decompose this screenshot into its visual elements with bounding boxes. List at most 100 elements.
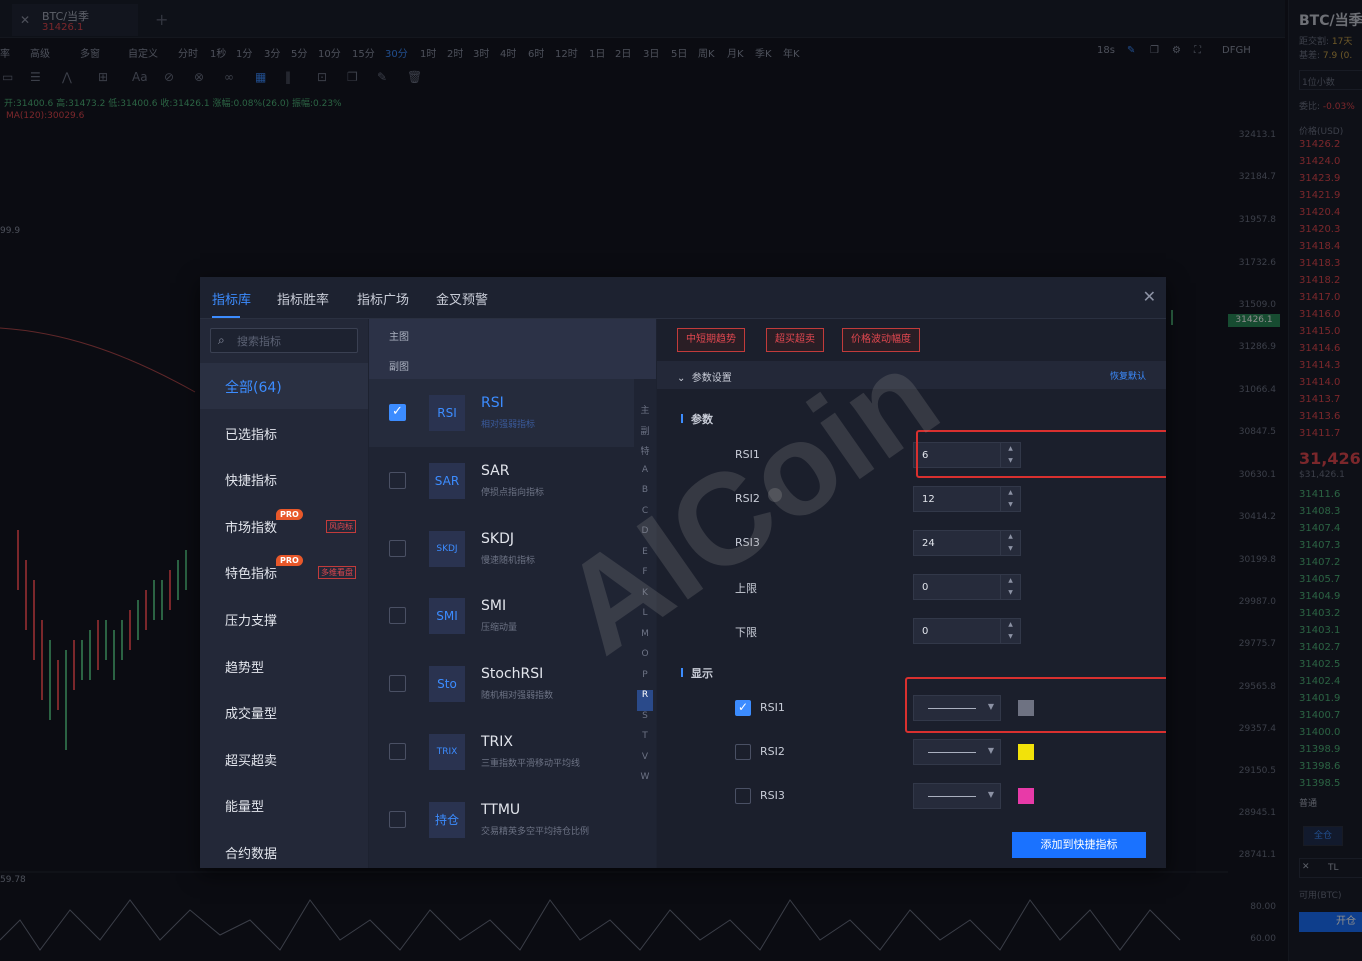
indicator-checkbox[interactable] bbox=[389, 675, 406, 693]
tab-indicator-library[interactable]: 指标库 bbox=[212, 289, 251, 308]
alphabet-letter[interactable]: A bbox=[637, 465, 653, 486]
param-input[interactable] bbox=[922, 491, 992, 507]
alphabet-letter[interactable]: P bbox=[637, 670, 653, 691]
category-item[interactable]: 成交量型 bbox=[200, 689, 368, 735]
category-item[interactable]: 市场指数 PRO 风向标 bbox=[200, 503, 368, 549]
indicator-row[interactable]: TRIX TRIX 三重指数平滑移动平均线 bbox=[369, 718, 634, 786]
tag-pill[interactable]: 超买超卖 bbox=[766, 328, 824, 352]
alphabet-letter[interactable]: S bbox=[637, 711, 653, 732]
tag-pill[interactable]: 价格波动幅度 bbox=[842, 328, 920, 352]
alphabet-letter[interactable]: F bbox=[637, 567, 653, 588]
indicator-checkbox[interactable] bbox=[389, 607, 406, 625]
param-stepper[interactable]: ▲▼ bbox=[913, 530, 1021, 556]
param-input[interactable] bbox=[922, 535, 992, 551]
add-to-quick-button[interactable]: 添加到快捷指标 bbox=[1012, 832, 1146, 858]
indicator-checkbox[interactable] bbox=[389, 471, 406, 489]
alphabet-letter[interactable]: 副 bbox=[637, 424, 653, 445]
params-section-title: 参数 bbox=[681, 413, 713, 426]
category-label: 快捷指标 bbox=[225, 474, 278, 490]
alphabet-letter[interactable]: O bbox=[637, 649, 653, 670]
search-input[interactable] bbox=[237, 332, 355, 350]
param-stepper[interactable]: ▲▼ bbox=[913, 618, 1021, 644]
stepper-buttons: ▲ ▼ bbox=[1000, 531, 1020, 555]
param-input[interactable] bbox=[922, 579, 992, 595]
category-item[interactable]: 快捷指标 bbox=[200, 456, 368, 502]
indicator-desc: 三重指数平滑移动平均线 bbox=[481, 759, 581, 769]
highlight-box bbox=[905, 677, 1166, 733]
chevron-down-icon[interactable]: ▼ bbox=[1001, 631, 1020, 643]
indicator-badge: Sto bbox=[429, 666, 465, 703]
chevron-down-icon[interactable]: ▼ bbox=[1001, 499, 1020, 511]
chevron-down-icon: ⌄ bbox=[677, 373, 686, 384]
indicator-checkbox[interactable] bbox=[389, 743, 406, 760]
reset-default-link[interactable]: 恢复默认 bbox=[1110, 369, 1146, 382]
category-item[interactable]: 能量型 bbox=[200, 782, 368, 828]
indicator-row[interactable]: SAR SAR 停损点指向指标 bbox=[369, 447, 634, 515]
chevron-up-icon[interactable]: ▲ bbox=[1001, 487, 1020, 499]
chevron-up-icon[interactable]: ▲ bbox=[1001, 575, 1020, 587]
tab-indicator-winrate[interactable]: 指标胜率 bbox=[277, 289, 329, 308]
color-swatch[interactable] bbox=[1018, 788, 1034, 804]
stepper-buttons: ▲ ▼ bbox=[1000, 575, 1020, 599]
indicator-badge: SMI bbox=[429, 598, 465, 635]
alphabet-letter[interactable]: L bbox=[637, 608, 653, 629]
category-item[interactable]: 超买超卖 bbox=[200, 736, 368, 782]
pro-badge: PRO bbox=[276, 508, 303, 520]
chevron-up-icon[interactable]: ▲ bbox=[1001, 619, 1020, 631]
display-checkbox[interactable] bbox=[735, 700, 751, 716]
indicator-desc: 停损点指向指标 bbox=[481, 487, 545, 498]
main-chart-label[interactable]: 主图 bbox=[389, 328, 409, 343]
indicator-row[interactable]: SKDJ SKDJ 慢速随机指标 bbox=[369, 515, 634, 583]
indicator-badge: SAR bbox=[429, 462, 465, 499]
category-item[interactable]: 已选指标 bbox=[200, 410, 368, 456]
sub-chart-label[interactable]: 副图 bbox=[389, 358, 409, 373]
category-item[interactable]: 压力支撑 bbox=[200, 596, 368, 642]
tab-indicator-square[interactable]: 指标广场 bbox=[357, 289, 409, 308]
indicator-checkbox[interactable] bbox=[389, 539, 406, 557]
chevron-down-icon[interactable]: ▼ bbox=[1001, 543, 1020, 555]
indicator-checkbox[interactable] bbox=[389, 810, 406, 828]
alphabet-letter[interactable]: D bbox=[637, 526, 653, 547]
tab-cross-alert[interactable]: 金叉预警 bbox=[436, 289, 488, 308]
param-stepper[interactable]: ▲▼ bbox=[913, 574, 1021, 600]
tag-pill[interactable]: 中短期趋势 bbox=[677, 328, 745, 352]
param-input[interactable] bbox=[922, 623, 992, 639]
indicator-row[interactable]: RSI RSI 相对强弱指标 bbox=[369, 379, 634, 447]
alphabet-letter[interactable]: 特 bbox=[637, 444, 653, 465]
indicator-dialog: 指标库 指标胜率 指标广场 金叉预警 ✕ ⌕ 全部(64) 已选指标快捷指标市场指… bbox=[200, 277, 1166, 868]
display-checkbox[interactable] bbox=[735, 744, 751, 760]
category-item[interactable]: 全部(64) bbox=[200, 363, 368, 409]
alphabet-letter[interactable]: V bbox=[637, 752, 653, 773]
alphabet-letter[interactable]: 主 bbox=[637, 403, 653, 424]
alphabet-letter[interactable]: E bbox=[637, 547, 653, 568]
display-checkbox[interactable] bbox=[735, 788, 751, 804]
close-icon[interactable]: ✕ bbox=[1143, 287, 1156, 306]
alphabet-letter[interactable]: W bbox=[637, 772, 653, 793]
display-section-title: 显示 bbox=[681, 667, 713, 680]
category-item[interactable]: 趋势型 bbox=[200, 643, 368, 689]
color-swatch[interactable] bbox=[1018, 744, 1034, 760]
param-stepper[interactable]: ▲▼ bbox=[913, 486, 1021, 512]
settings-header[interactable]: ⌄ 参数设置 恢复默认 bbox=[657, 361, 1166, 389]
alphabet-letter[interactable]: K bbox=[637, 588, 653, 609]
line-style-preview bbox=[928, 752, 976, 753]
alphabet-letter[interactable]: M bbox=[637, 629, 653, 650]
indicator-row[interactable]: Sto StochRSI 随机相对强弱指数 bbox=[369, 650, 634, 718]
line-style-select[interactable]: ▼ bbox=[913, 739, 1001, 765]
line-style-select[interactable]: ▼ bbox=[913, 783, 1001, 809]
indicator-checkbox[interactable] bbox=[389, 404, 406, 421]
alphabet-letter[interactable]: R bbox=[637, 690, 653, 711]
indicator-row[interactable]: SMI SMI 压缩动量 bbox=[369, 582, 634, 650]
chevron-down-icon: ▼ bbox=[987, 790, 994, 799]
alphabet-letter[interactable]: T bbox=[637, 731, 653, 752]
indicator-row[interactable]: 持仓 TTMU 交易精英多空平均持仓比例 bbox=[369, 786, 634, 854]
alphabet-letter[interactable]: B bbox=[637, 485, 653, 506]
category-item[interactable]: 合约数据 bbox=[200, 829, 368, 868]
alphabet-letter[interactable]: C bbox=[637, 506, 653, 527]
indicator-badge: TRIX bbox=[429, 734, 465, 770]
indicator-search[interactable]: ⌕ bbox=[210, 328, 358, 353]
category-item[interactable]: 特色指标 PRO 多维看盘 bbox=[200, 549, 368, 595]
watermark-dot bbox=[768, 488, 782, 502]
chevron-up-icon[interactable]: ▲ bbox=[1001, 531, 1020, 543]
chevron-down-icon[interactable]: ▼ bbox=[1001, 587, 1020, 599]
